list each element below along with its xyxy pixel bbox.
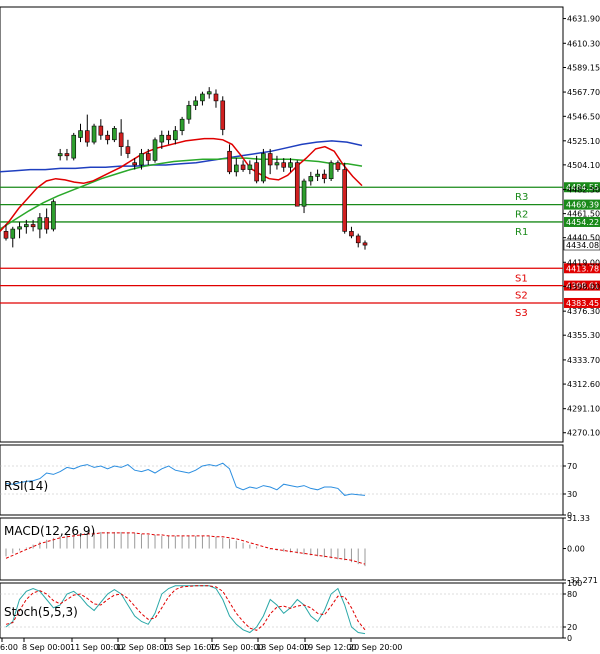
y-tick-label: 4355.30 xyxy=(567,331,600,340)
candle-up xyxy=(112,128,117,141)
candle-down xyxy=(145,153,151,161)
candle-down xyxy=(267,153,273,166)
x-tick-label: 20 Sep 20:00 xyxy=(349,643,402,652)
y-tick-label: 4376.30 xyxy=(567,307,600,316)
candle-up xyxy=(261,153,266,182)
candle-down xyxy=(98,125,104,136)
y-tick-label: 4631.90 xyxy=(567,15,600,24)
candle-down xyxy=(118,132,124,147)
y-tick-label: 4546.50 xyxy=(567,112,600,121)
candle-up xyxy=(274,162,280,166)
candle-down xyxy=(105,134,110,141)
level-name-s3: S3 xyxy=(515,308,528,319)
y-tick-label: 4482.50 xyxy=(567,186,600,195)
y-tick-label: 4312.60 xyxy=(567,380,600,389)
candle-up xyxy=(308,176,314,182)
candle-up xyxy=(315,173,320,177)
current-price-label: 4434.08 xyxy=(566,241,599,250)
level-name-r2: R2 xyxy=(515,210,528,221)
candle-down xyxy=(3,231,9,239)
candle-down xyxy=(44,217,49,230)
level-value-r2: 4469.39 xyxy=(566,201,599,210)
stoch-tick-label: 0 xyxy=(567,634,572,643)
y-tick-label: 4525.10 xyxy=(567,137,600,146)
candle-down xyxy=(281,162,287,168)
candle-up xyxy=(17,226,22,230)
candle-up xyxy=(139,153,144,166)
candle-down xyxy=(220,100,226,130)
candle-down xyxy=(362,242,368,246)
candle-up xyxy=(186,105,192,120)
candle-down xyxy=(132,162,137,166)
candle-down xyxy=(322,173,327,180)
macd-tick-label: 31.33 xyxy=(567,514,590,523)
candle-down xyxy=(254,162,259,182)
candle-up xyxy=(71,134,77,159)
candle-down xyxy=(240,164,246,170)
y-tick-label: 4270.10 xyxy=(567,429,600,438)
candle-down xyxy=(166,134,171,141)
candle-up xyxy=(193,100,198,106)
rsi-title: RSI(14) xyxy=(4,479,48,493)
candle-up xyxy=(206,91,212,95)
rsi-tick-label: 30 xyxy=(567,490,577,499)
candle-down xyxy=(227,150,232,173)
y-tick-label: 4461.50 xyxy=(567,210,600,219)
candle-down xyxy=(355,235,361,244)
candle-up xyxy=(91,125,97,143)
candle-up xyxy=(288,162,293,168)
level-name-s1: S1 xyxy=(515,273,528,284)
candle-up xyxy=(159,134,165,143)
macd-title: MACD(12,26,9) xyxy=(4,524,95,538)
x-tick-label: 8 Sep 00:00 xyxy=(22,643,70,652)
candle-up xyxy=(247,164,253,170)
candle-up xyxy=(173,130,178,141)
x-tick-label: 18 Sep 04:00 xyxy=(256,643,309,652)
y-tick-label: 4504.10 xyxy=(567,161,600,170)
candle-down xyxy=(64,153,70,157)
candle-up xyxy=(152,139,158,161)
candle-up xyxy=(37,217,43,230)
stoch-tick-label: 100 xyxy=(567,579,582,588)
stoch-title: Stoch(5,5,3) xyxy=(4,605,78,619)
y-tick-label: 4291.10 xyxy=(567,405,600,414)
y-tick-label: 4567.70 xyxy=(567,88,600,97)
candle-up xyxy=(328,162,334,180)
level-name-s2: S2 xyxy=(515,291,528,302)
candle-down xyxy=(30,224,36,228)
candle-down xyxy=(125,146,131,154)
y-tick-label: 4419.00 xyxy=(567,258,600,267)
candle-up xyxy=(24,224,29,228)
candle-up xyxy=(301,180,307,207)
candle-up xyxy=(78,130,83,138)
x-tick-label: 13 Sep 16:00 xyxy=(163,643,216,652)
candle-down xyxy=(84,130,90,143)
candle-up xyxy=(200,93,205,102)
candle-down xyxy=(342,169,347,232)
level-name-r1: R1 xyxy=(515,227,528,238)
rsi-tick-label: 70 xyxy=(567,462,577,471)
stoch-tick-label: 80 xyxy=(567,590,577,599)
x-tick-label: 6:00 xyxy=(0,643,18,652)
y-tick-label: 4589.15 xyxy=(567,63,600,72)
stoch-tick-label: 20 xyxy=(567,623,577,632)
candle-up xyxy=(234,164,239,173)
chart-canvas: R34484.55R24469.39R14454.22S14413.78S243… xyxy=(0,0,600,654)
candle-up xyxy=(57,153,63,157)
x-tick-label: 12 Sep 08:00 xyxy=(116,643,169,652)
y-tick-label: 4398.00 xyxy=(567,282,600,291)
candle-down xyxy=(294,162,300,207)
y-tick-label: 4610.30 xyxy=(567,39,600,48)
level-name-r3: R3 xyxy=(515,192,528,203)
candle-up xyxy=(10,228,16,239)
y-tick-label: 4333.70 xyxy=(567,356,600,365)
candle-down xyxy=(349,231,354,237)
macd-tick-label: 0.00 xyxy=(567,545,585,554)
level-value-r1: 4454.22 xyxy=(566,218,599,227)
candle-up xyxy=(179,118,185,131)
candle-down xyxy=(335,162,341,170)
candle-down xyxy=(213,93,219,102)
candle-up xyxy=(51,201,56,230)
